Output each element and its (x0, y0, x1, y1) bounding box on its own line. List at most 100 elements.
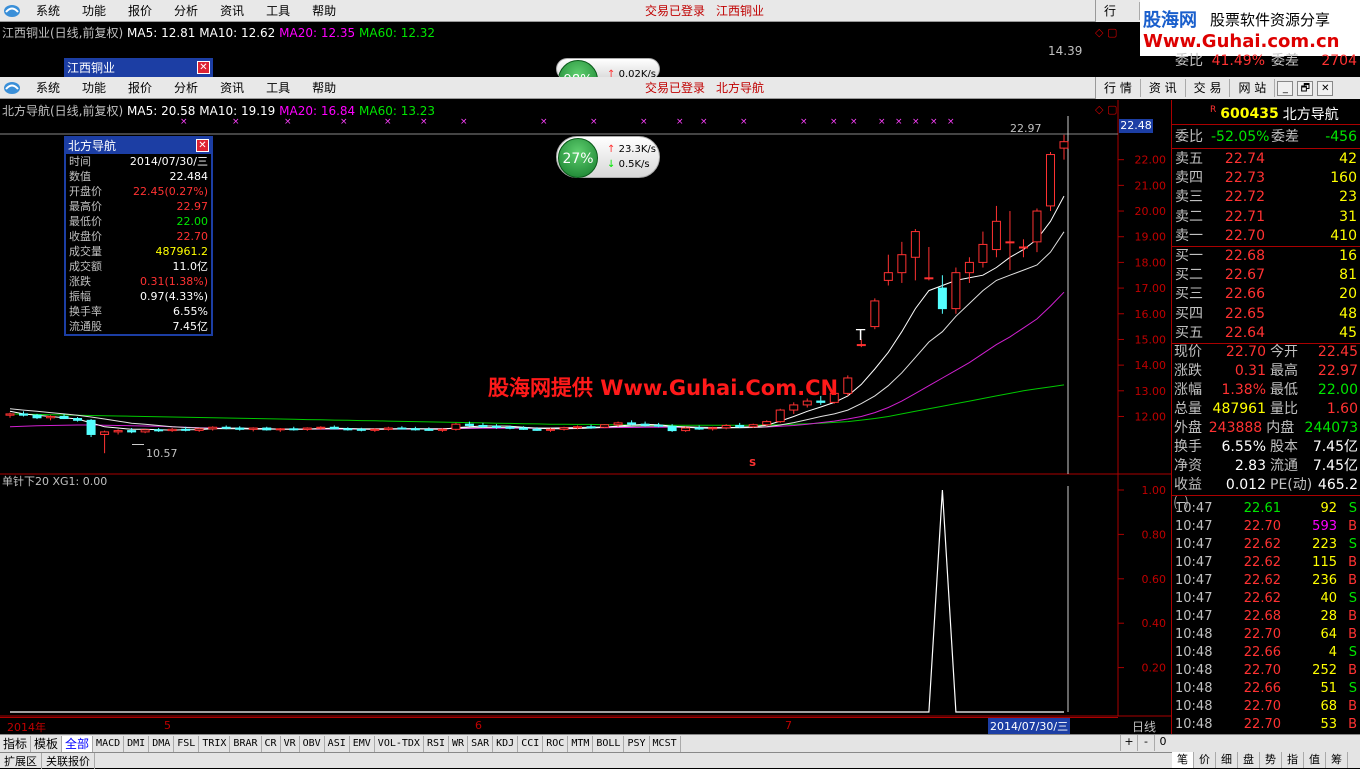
info-box-close-icon[interactable]: ✕ (196, 139, 209, 152)
indicator-tab-wr[interactable]: WR (449, 735, 469, 752)
right-bottom-tab[interactable]: 盘 (1238, 752, 1260, 768)
candle[interactable] (1045, 151, 1055, 212)
candle[interactable] (208, 426, 218, 431)
candle[interactable] (248, 427, 258, 432)
right-bottom-tab[interactable]: 筹 (1326, 752, 1348, 768)
indicator-tab-fsl[interactable]: FSL (174, 735, 200, 752)
back-menu-system[interactable]: 系统 (36, 2, 60, 19)
candle[interactable] (100, 430, 110, 454)
candle[interactable] (194, 428, 204, 432)
back-info-close-icon[interactable]: ✕ (197, 61, 210, 74)
right-bottom-tab[interactable]: 细 (1216, 752, 1238, 768)
candle[interactable] (586, 424, 596, 429)
asks-row[interactable]: 卖三 22.72 23 (1172, 188, 1360, 207)
indicator-tab-obv[interactable]: OBV (300, 735, 325, 752)
trade-login[interactable]: 交易已登录 (645, 79, 705, 96)
asks-row[interactable]: 卖一 22.70 410 (1172, 227, 1360, 246)
candle[interactable] (383, 426, 393, 431)
indicator-tab-cr[interactable]: CR (262, 735, 281, 752)
menu-news[interactable]: 资讯 (220, 79, 244, 96)
tab-news[interactable]: 资 讯 (1141, 79, 1186, 97)
back-trade-login[interactable]: 交易已登录 (645, 2, 705, 19)
menu-analysis[interactable]: 分析 (174, 79, 198, 96)
right-bottom-tab[interactable]: 势 (1260, 752, 1282, 768)
right-bottom-tab[interactable]: 指 (1282, 752, 1304, 768)
asks-row[interactable]: 卖四 22.73 160 (1172, 169, 1360, 188)
right-bottom-tab[interactable]: 价 (1194, 752, 1216, 768)
tab-quote[interactable]: 行 情 (1096, 79, 1141, 97)
indicator-tab-dma[interactable]: DMA (149, 735, 175, 752)
candle[interactable] (235, 426, 245, 431)
candle[interactable] (600, 424, 610, 429)
candle[interactable] (883, 254, 893, 286)
candle[interactable] (5, 412, 15, 418)
right-bottom-tab[interactable]: 笔 (1172, 752, 1194, 768)
candle[interactable] (1005, 211, 1015, 271)
indicator-tab-psy[interactable]: PSY (624, 735, 650, 752)
period-label[interactable]: 日线 (1132, 718, 1156, 735)
indicator-tab-macd[interactable]: MACD (93, 735, 125, 752)
asks-row[interactable]: 卖五 22.74 42 (1172, 150, 1360, 169)
bids-row[interactable]: 买四 22.65 48 (1172, 305, 1360, 324)
candle[interactable] (559, 426, 569, 431)
back-menu-function[interactable]: 功能 (82, 2, 106, 19)
candle[interactable] (1059, 134, 1069, 160)
indicator-tab-trix[interactable]: TRIX (199, 735, 231, 752)
candle[interactable] (775, 408, 785, 423)
candle[interactable] (951, 267, 961, 314)
menu-help[interactable]: 帮助 (312, 79, 336, 96)
indicator-tab-roc[interactable]: ROC (543, 735, 569, 752)
back-tab-quote[interactable]: 行 情 (1096, 2, 1140, 36)
candle[interactable] (451, 422, 461, 431)
candle[interactable] (113, 429, 123, 435)
indicator-tab-mtm[interactable]: MTM (568, 735, 594, 752)
indicator-tab-指标[interactable]: 指标 (0, 735, 32, 752)
back-menu-help[interactable]: 帮助 (312, 2, 336, 19)
candle[interactable] (329, 425, 339, 430)
candle[interactable] (19, 411, 29, 417)
bids-row[interactable]: 买二 22.67 81 (1172, 266, 1360, 285)
candle[interactable] (978, 231, 988, 268)
candle[interactable] (654, 422, 664, 428)
candle[interactable] (140, 429, 150, 434)
candle[interactable] (870, 298, 880, 330)
candle[interactable] (289, 426, 299, 431)
indicator-tab-模板[interactable]: 模板 (31, 735, 63, 752)
menu-function[interactable]: 功能 (82, 79, 106, 96)
menu-quote[interactable]: 报价 (128, 79, 152, 96)
candle[interactable] (167, 428, 177, 432)
indicator-tab-emv[interactable]: EMV (350, 735, 375, 752)
indicator-tab-全部[interactable]: 全部 (62, 735, 94, 752)
candle[interactable] (843, 375, 853, 396)
indicator-tab-vol-tdx[interactable]: VOL-TDX (375, 735, 424, 752)
candle[interactable] (410, 426, 420, 431)
candle[interactable] (897, 241, 907, 283)
candle[interactable] (275, 428, 285, 432)
indicator-tab-asi[interactable]: ASI (325, 735, 350, 752)
back-menu-tools[interactable]: 工具 (266, 2, 290, 19)
bids-row[interactable]: 买五 22.64 45 (1172, 324, 1360, 343)
candle[interactable] (789, 402, 799, 414)
candle[interactable] (86, 419, 96, 438)
menu-tools[interactable]: 工具 (266, 79, 290, 96)
tab-website[interactable]: 网 站 (1230, 79, 1276, 97)
indicator-tab-sar[interactable]: SAR (468, 735, 494, 752)
candle[interactable] (343, 427, 353, 431)
status-tab-extend[interactable]: 扩展区 (0, 752, 42, 769)
back-menu-quote[interactable]: 报价 (128, 2, 152, 19)
candle[interactable] (964, 257, 974, 283)
indicator-tab-rsi[interactable]: RSI (424, 735, 450, 752)
indicator-tab-mcst[interactable]: MCST (650, 735, 681, 752)
candle[interactable] (73, 416, 83, 422)
candle[interactable] (937, 275, 947, 314)
candle[interactable] (694, 425, 704, 430)
candle[interactable] (991, 205, 1001, 258)
candle[interactable] (397, 426, 407, 430)
close-button[interactable]: ✕ (1317, 80, 1334, 96)
candle[interactable] (302, 427, 312, 431)
bids-row[interactable]: 买三 22.66 20 (1172, 285, 1360, 304)
candle[interactable] (1032, 208, 1042, 253)
candle[interactable] (262, 426, 272, 431)
right-bottom-tab[interactable]: 值 (1304, 752, 1326, 768)
zoom-out-button[interactable]: - (1137, 735, 1154, 751)
